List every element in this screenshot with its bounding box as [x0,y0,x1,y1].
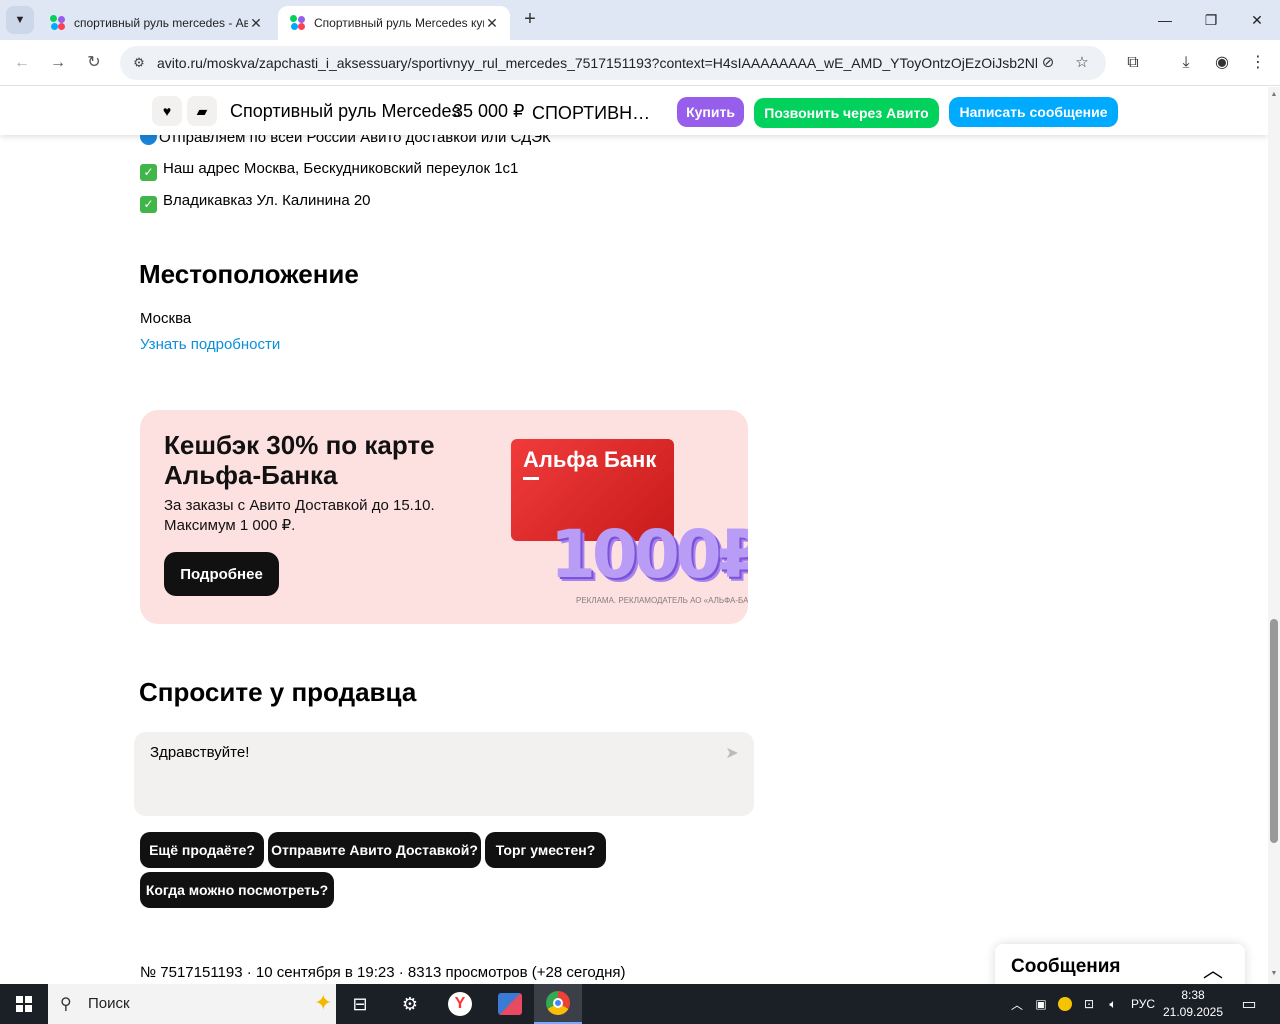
browser-toolbar: ← → ↻ ⚙ avito.ru/moskva/zapchasti_i_akse… [0,40,1280,86]
tab-search-button[interactable]: ▼ [6,6,34,34]
listing-content: Отправляем по всей России Авито доставко… [0,87,1268,984]
close-window-button[interactable]: ✕ [1234,6,1280,34]
notifications-icon[interactable]: ▭ [1234,984,1264,1024]
tab-search-results[interactable]: спортивный руль mercedes - Авито ✕ [38,6,274,40]
write-message-button[interactable]: Написать сообщение [949,97,1118,127]
sticky-listing-header: ♥ ▰ Спортивный руль Mercedes 35 000 ₽ СП… [0,87,1268,135]
volume-icon[interactable]: 🔈︎ [1104,984,1122,1024]
download-icon[interactable]: ⤓ [1175,52,1197,74]
taskbar-search[interactable]: ⚲ Поиск ✦ [48,984,336,1024]
input-language[interactable]: РУС [1126,984,1160,1024]
system-clock[interactable]: 8:38 21.09.2025 [1160,987,1226,1021]
settings-gear-icon[interactable]: ⚙ [386,984,434,1024]
site-info-icon[interactable]: ⚙ [130,54,148,72]
new-tab-button[interactable]: + [518,8,542,32]
card-brand: Альфа Банк [523,447,657,472]
quick-reply-delivery[interactable]: Отправите Авито Доставкой? [268,832,481,868]
taskbar-search-placeholder: Поиск [88,995,130,1012]
note-button[interactable]: ▰ [187,96,217,126]
restore-button[interactable]: ❐ [1188,6,1234,34]
photo-app-icon[interactable] [486,984,534,1024]
yandex-browser-icon[interactable]: Y [436,984,484,1024]
extensions-icon[interactable]: ⧉ [1122,52,1144,74]
tab-title: Спортивный руль Mercedes купить [314,16,484,30]
check-mark-icon: ✓ [140,164,157,181]
location-city: Москва [140,310,192,327]
page-viewport: Отправляем по всей России Авито доставко… [0,87,1268,984]
clock-time: 8:38 [1181,988,1205,1002]
scrollbar-thumb[interactable] [1270,619,1278,843]
cashback-banner[interactable]: Кешбэк 30% по карте Альфа-Банка За заказ… [140,410,748,624]
quick-reply-viewing[interactable]: Когда можно посмотреть? [140,872,334,908]
menu-dots-icon[interactable]: ⋮ [1247,52,1269,74]
reload-icon: ↻ [87,54,101,71]
search-icon: ⚲ [60,996,72,1013]
listing-meta: № 7517151193 · 10 сентября в 19:23 · 831… [140,964,626,981]
minimize-button[interactable]: — [1142,6,1188,34]
chevron-down-icon: ▼ [14,14,26,26]
tab-listing[interactable]: Спортивный руль Mercedes купить ✕ [278,6,510,40]
profile-icon[interactable]: ◉ [1211,52,1233,74]
reload-button[interactable]: ↻ [80,49,108,77]
scroll-up-icon[interactable]: ▲ [1268,89,1280,101]
note-icon: ▰ [196,103,208,119]
chevron-up-icon[interactable]: ︿ [1203,954,1223,983]
ask-seller-heading: Спросите у продавца [139,677,417,707]
ad-disclaimer: РЕКЛАМА. РЕКЛАМОДАТЕЛЬ АО «АЛЬФА-БАНК» [576,596,748,605]
sticky-seller-name[interactable]: СПОРТИВНЫЕ РУЛИ [532,103,666,124]
card-logo-underline [523,477,539,480]
avito-favicon [290,15,306,31]
location-heading: Местоположение [139,259,359,289]
favorite-button[interactable]: ♥ [152,96,182,126]
banner-title: Кешбэк 30% по карте Альфа-Банка [164,430,435,490]
network-icon[interactable]: ⊡ [1080,984,1098,1024]
message-input[interactable]: Здравствуйте! ➤ [134,732,754,816]
scroll-down-icon[interactable]: ▼ [1268,968,1280,980]
tray-overflow-icon[interactable]: ︿ [1008,984,1026,1024]
messages-widget-label: Сообщения [1011,956,1121,977]
security-icon[interactable] [1056,984,1074,1024]
tab-title: спортивный руль mercedes - Авито [74,16,248,30]
check-mark-icon: ✓ [140,196,157,213]
meet-now-icon[interactable]: ▣ [1032,984,1050,1024]
windows-taskbar: ⚲ Поиск ✦ ⊟ ⚙ Y ︿ ▣ ⊡ 🔈︎ РУС 8:38 21.09.… [0,984,1280,1024]
quick-reply-bargain[interactable]: Торг уместен? [485,832,606,868]
buy-button[interactable]: Купить [677,97,744,127]
url-text[interactable]: avito.ru/moskva/zapchasti_i_aksessuary/s… [157,55,1037,71]
bookmark-star-icon[interactable]: ☆ [1072,53,1092,73]
sticky-title: Спортивный руль Mercedes [230,101,461,121]
arrow-right-icon: → [50,54,66,71]
avito-favicon [50,15,66,31]
close-tab-icon[interactable]: ✕ [484,15,500,32]
call-button[interactable]: Позвонить через Авито [754,98,939,128]
sparkle-icon: ✦ [314,990,333,1015]
browser-tab-bar: ▼ спортивный руль mercedes - Авито ✕ Спо… [0,0,1280,40]
tracking-protection-icon[interactable]: ⊘ [1038,53,1058,73]
page-scrollbar[interactable]: ▲ ▼ [1268,87,1280,984]
address-bar[interactable]: ⚙ avito.ru/moskva/zapchasti_i_aksessuary… [120,46,1106,80]
task-view-icon[interactable]: ⊟ [336,984,384,1024]
heart-icon: ♥ [162,103,172,119]
sticky-price: 35 000 ₽ [453,101,525,121]
cashback-amount: 1000₽ [550,516,748,593]
arrow-left-icon: ← [14,54,30,71]
back-button[interactable]: ← [8,49,36,77]
chrome-icon[interactable] [534,984,582,1024]
windows-logo-icon [16,996,32,1012]
description-line: ✓ Владикавказ Ул. Калинина 20 [140,192,371,213]
messages-widget[interactable]: Сообщения ︿ [995,944,1245,984]
close-tab-icon[interactable]: ✕ [248,15,264,32]
start-button[interactable] [0,984,48,1024]
banner-details-button[interactable]: Подробнее [164,552,279,596]
description-line: ✓ Наш адрес Москва, Бескудниковский переу… [140,160,518,181]
message-text[interactable]: Здравствуйте! [150,744,249,761]
clock-date: 21.09.2025 [1162,1005,1224,1019]
send-icon[interactable]: ➤ [722,743,742,763]
location-details-link[interactable]: Узнать подробности [140,336,280,353]
banner-subtitle: За заказы с Авито Доставкой до 15.10. Ма… [164,497,435,534]
quick-reply-still-selling[interactable]: Ещё продаёте? [140,832,264,868]
forward-button[interactable]: → [44,49,72,77]
